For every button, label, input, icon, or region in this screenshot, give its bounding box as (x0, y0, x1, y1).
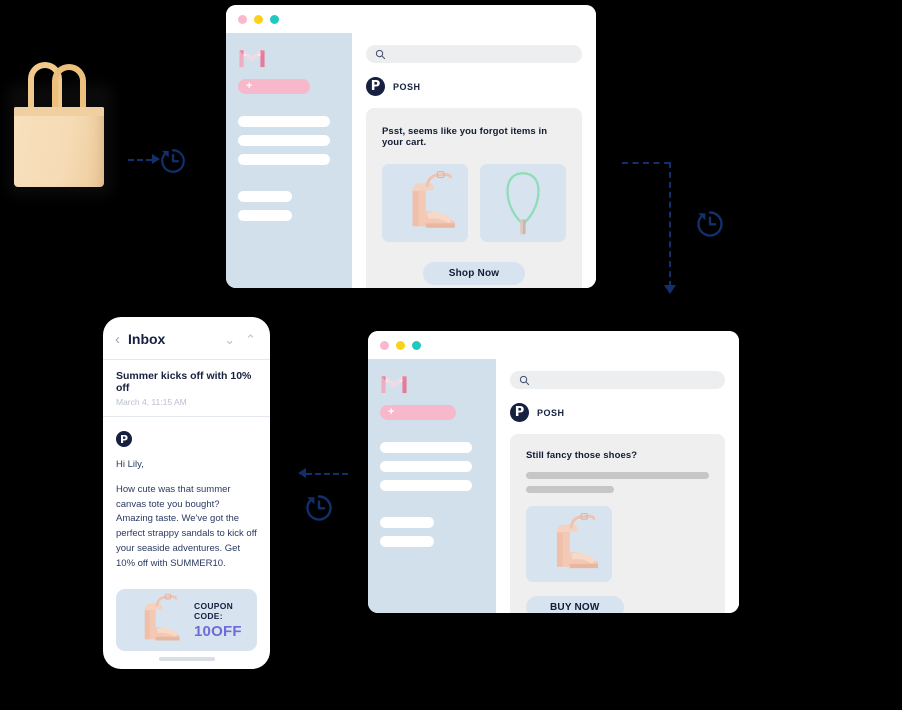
browser-titlebar-top[interactable] (226, 5, 596, 33)
history-clock-icon-3 (303, 492, 335, 524)
window-dot-minimize[interactable] (254, 14, 263, 24)
back-chevron-icon[interactable]: ‹ (115, 332, 120, 347)
coupon-card[interactable]: COUPON CODE: 10OFF (116, 589, 257, 652)
browser-body-top: + P POSH Psst, seems like you forgot ite… (226, 33, 596, 288)
search-input-top[interactable] (366, 45, 582, 63)
brand-name-label: POSH (393, 81, 421, 92)
phone-inbox[interactable]: ‹ Inbox ⌄ ⌃ Summer kicks off with 10% of… (103, 317, 270, 669)
sandal-illustration (412, 171, 455, 228)
sender-brand-bottom: P POSH (510, 403, 725, 422)
connector-down-arrowhead (664, 285, 676, 294)
message-nav-controls: ⌄ ⌃ (224, 333, 256, 346)
connector-tote-to-clock (128, 159, 152, 161)
chevron-up-icon[interactable]: ⌃ (245, 333, 256, 346)
message-timestamp: March 4, 11:15 AM (116, 397, 187, 407)
sidebar-item-top-1[interactable] (238, 116, 330, 127)
sidebar-item-bottom-3[interactable] (380, 480, 472, 491)
gmail-icon (238, 47, 266, 69)
sidebar-item-top-3[interactable] (238, 154, 330, 165)
search-input-bottom[interactable] (510, 371, 725, 389)
sidebar-divider-top (238, 173, 340, 191)
sidebar-divider-bottom (380, 499, 484, 517)
posh-logo-icon: P (510, 403, 529, 422)
body-skeleton-line-2 (526, 486, 614, 493)
email-card-cart-reminder: Psst, seems like you forgot items in you… (366, 108, 582, 288)
sidebar-item-bottom-5[interactable] (380, 536, 434, 547)
browser-body-bottom: + P POSH Still fancy those shoes? BUY NO… (368, 359, 739, 613)
connector-to-phone-arrowhead (298, 468, 306, 478)
sidebar-item-top-4[interactable] (238, 191, 292, 202)
email-heading: Still fancy those shoes? (526, 450, 638, 461)
window-dot-close[interactable] (380, 340, 389, 350)
compose-button-bottom[interactable]: + (380, 405, 456, 420)
sidebar-item-bottom-4[interactable] (380, 517, 434, 528)
home-indicator (158, 657, 215, 661)
message-subject-block: Summer kicks off with 10% off March 4, 1… (103, 360, 270, 417)
gmail-sidebar-top: + (226, 33, 352, 288)
coupon-sandal-illustration (122, 591, 188, 649)
gmail-icon (380, 373, 408, 395)
window-dot-maximize[interactable] (270, 14, 279, 24)
inbox-header: ‹ Inbox ⌄ ⌃ (103, 317, 270, 360)
chevron-down-icon[interactable]: ⌄ (224, 333, 235, 346)
page-title: Inbox (128, 331, 166, 347)
necklace-illustration (506, 172, 540, 235)
message-subject: Summer kicks off with 10% off (116, 370, 252, 394)
search-icon (375, 49, 386, 59)
sidebar-item-bottom-1[interactable] (380, 442, 472, 453)
posh-logo-icon: P (366, 77, 385, 96)
window-dot-close[interactable] (238, 14, 247, 24)
connector-down-horizontal-segment (622, 162, 670, 164)
shop-now-button[interactable]: Shop Now (422, 262, 526, 285)
body-skeleton-line-1 (526, 472, 709, 479)
window-dot-minimize[interactable] (396, 340, 405, 350)
compose-button-top[interactable]: + (238, 79, 310, 94)
plus-icon: + (388, 406, 395, 418)
tote-body (14, 107, 104, 187)
sidebar-item-top-5[interactable] (238, 210, 292, 221)
connector-down-vertical-segment (669, 162, 671, 287)
sandal-illustration (556, 512, 599, 569)
scene-canvas: + P POSH Psst, seems like you forgot ite… (0, 0, 902, 710)
coupon-label: COUPON CODE: (194, 600, 234, 621)
search-icon (519, 375, 530, 385)
email-heading: Psst, seems like you forgot items in you… (382, 126, 548, 148)
cta-row-top: Shop Now (382, 262, 566, 285)
coupon-text-block: COUPON CODE: 10OFF (194, 601, 243, 640)
connector-to-phone (306, 473, 348, 475)
sidebar-item-top-2[interactable] (238, 135, 330, 146)
email-card-retarget: Still fancy those shoes? BUY NOW (510, 434, 725, 613)
gmail-sidebar-bottom: + (368, 359, 496, 613)
mail-content-bottom: P POSH Still fancy those shoes? BUY NOW (496, 359, 739, 613)
browser-titlebar-bottom[interactable] (368, 331, 739, 359)
message-body-block: P Hi Lily, How cute was that summer canv… (103, 417, 270, 652)
history-clock-icon-2 (694, 208, 726, 240)
product-grid-top (382, 164, 566, 242)
browser-window-cart-reminder[interactable]: + P POSH Psst, seems like you forgot ite… (226, 5, 596, 288)
brand-name-label: POSH (537, 407, 565, 418)
buy-now-button[interactable]: BUY NOW (526, 596, 624, 613)
history-clock-icon-1 (158, 146, 188, 176)
window-dot-maximize[interactable] (412, 340, 421, 350)
sender-brand-top: P POSH (366, 77, 582, 96)
posh-logo-icon: P (116, 431, 132, 447)
tote-lip (14, 107, 104, 116)
mail-content-top: P POSH Psst, seems like you forgot items… (352, 33, 596, 288)
product-tile-necklace[interactable] (480, 164, 566, 242)
browser-window-retarget[interactable]: + P POSH Still fancy those shoes? BUY NO… (368, 331, 739, 613)
tote-bag-image (8, 62, 112, 196)
product-tile-sandal[interactable] (526, 506, 612, 582)
product-tile-sandal[interactable] (382, 164, 468, 242)
message-greeting: Hi Lily, (116, 459, 144, 470)
message-body-text: How cute was that summer canvas tote you… (116, 484, 257, 569)
plus-icon: + (246, 80, 253, 92)
coupon-code-value: 10OFF (194, 622, 242, 640)
sidebar-item-bottom-2[interactable] (380, 461, 472, 472)
